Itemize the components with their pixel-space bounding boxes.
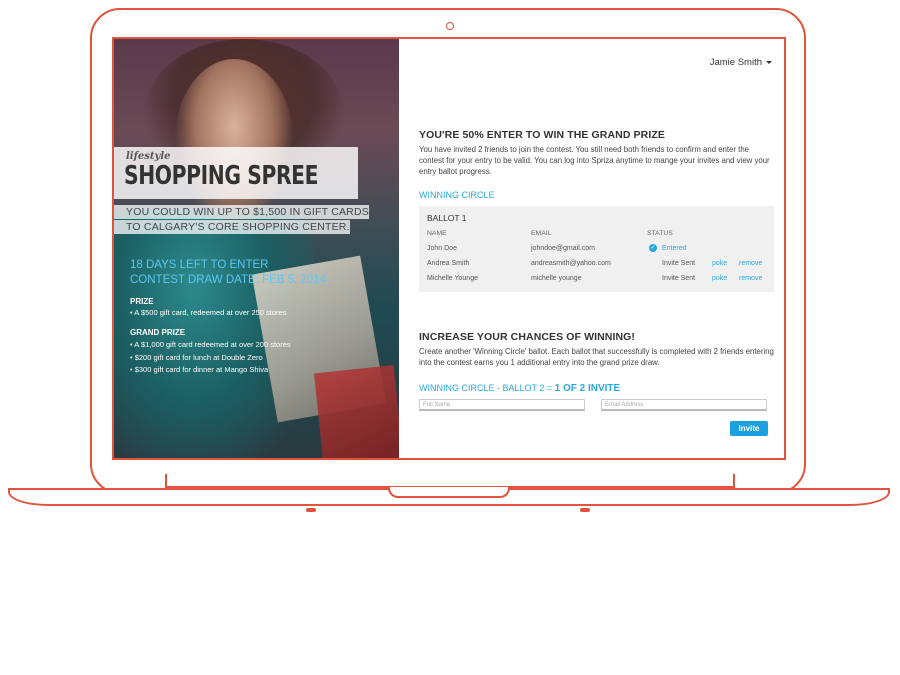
row-name: Andrea Smith bbox=[427, 260, 470, 267]
increase-description: Create another 'Winning Circle' ballot. … bbox=[419, 347, 774, 367]
hero-red-bag-shape bbox=[313, 365, 399, 458]
laptop-screen: lifestyle SHOPPING SPREE YOU COULD WIN U… bbox=[112, 37, 786, 460]
row-status: Invite Sent bbox=[662, 260, 696, 267]
prize-item: • A $500 gift card, redeemed at over 250… bbox=[130, 308, 287, 317]
hero-face-shape bbox=[174, 59, 294, 229]
draw-date: CONTEST DRAW DATE: FEB 5, 2014 bbox=[130, 274, 326, 286]
winning-circle-label: WINNING CIRCLE bbox=[419, 190, 495, 200]
promo-win-line-2: TO CALGARY'S CORE SHOPPING CENTER. bbox=[114, 220, 350, 234]
poke-link[interactable]: poke bbox=[712, 260, 727, 267]
row-email: johndoe@gmail.com bbox=[531, 245, 595, 252]
column-header-email: EMAIL bbox=[531, 230, 552, 237]
increase-heading: INCREASE YOUR CHANCES OF WINNING! bbox=[419, 331, 636, 343]
ballot-1-table: BALLOT 1 NAME EMAIL STATUS John Doe john… bbox=[419, 206, 774, 292]
promo-hero-image: lifestyle SHOPPING SPREE YOU COULD WIN U… bbox=[114, 39, 399, 458]
row-email: andreasmith@yahoo.com bbox=[531, 260, 611, 267]
grand-prize-item: • A $1,000 gift card redeemed at over 20… bbox=[130, 340, 291, 349]
ballot-2-count: 1 OF 2 INVITE bbox=[554, 383, 621, 394]
column-header-status: STATUS bbox=[647, 230, 673, 237]
row-email: michelle younge bbox=[531, 275, 582, 282]
ballot-title: BALLOT 1 bbox=[427, 213, 467, 223]
row-status: Invite Sent bbox=[662, 275, 696, 282]
row-name: Michelle Younge bbox=[427, 275, 478, 282]
chevron-down-icon bbox=[766, 60, 772, 64]
promo-title: SHOPPING SPREE bbox=[124, 161, 319, 191]
full-name-input[interactable]: Full Name bbox=[419, 399, 585, 411]
days-left: 18 DAYS LEFT TO ENTER bbox=[130, 259, 269, 271]
email-address-input[interactable]: Email Address bbox=[601, 399, 767, 411]
entry-description: You have invited 2 friends to join the c… bbox=[419, 145, 770, 176]
ballot-2-label: WINNING CIRCLE - BALLOT 2 = 1 OF 2 INVIT… bbox=[419, 383, 620, 394]
grand-prize-item: • $300 gift card for dinner at Mango Shi… bbox=[130, 365, 269, 374]
laptop-hinge bbox=[165, 474, 735, 488]
prize-heading: PRIZE bbox=[130, 297, 154, 306]
poke-link[interactable]: poke bbox=[712, 275, 727, 282]
camera-icon bbox=[446, 22, 454, 30]
grand-prize-item: • $200 gift card for lunch at Double Zer… bbox=[130, 353, 263, 362]
laptop-foot bbox=[580, 508, 590, 512]
laptop-foot bbox=[306, 508, 316, 512]
contest-panel: Jamie Smith YOU'RE 50% ENTER TO WIN THE … bbox=[399, 39, 784, 458]
entry-heading: YOU'RE 50% ENTER TO WIN THE GRAND PRIZE bbox=[419, 129, 665, 141]
check-circle-icon: ✓ bbox=[649, 244, 657, 252]
promo-win-line-1: YOU COULD WIN UP TO $1,500 IN GIFT CARDS bbox=[114, 205, 369, 219]
ballot-2-label-text: WINNING CIRCLE - BALLOT 2 = bbox=[419, 383, 555, 393]
laptop-base-notch bbox=[388, 487, 510, 498]
column-header-name: NAME bbox=[427, 230, 447, 237]
grand-prize-heading: GRAND PRIZE bbox=[130, 328, 186, 337]
remove-link[interactable]: remove bbox=[739, 275, 762, 282]
user-name: Jamie Smith bbox=[709, 57, 762, 68]
remove-link[interactable]: remove bbox=[739, 260, 762, 267]
row-status: Entered bbox=[662, 245, 687, 252]
invite-button[interactable]: Invite bbox=[730, 421, 768, 436]
row-name: John Doe bbox=[427, 245, 457, 252]
user-menu[interactable]: Jamie Smith bbox=[710, 57, 772, 68]
